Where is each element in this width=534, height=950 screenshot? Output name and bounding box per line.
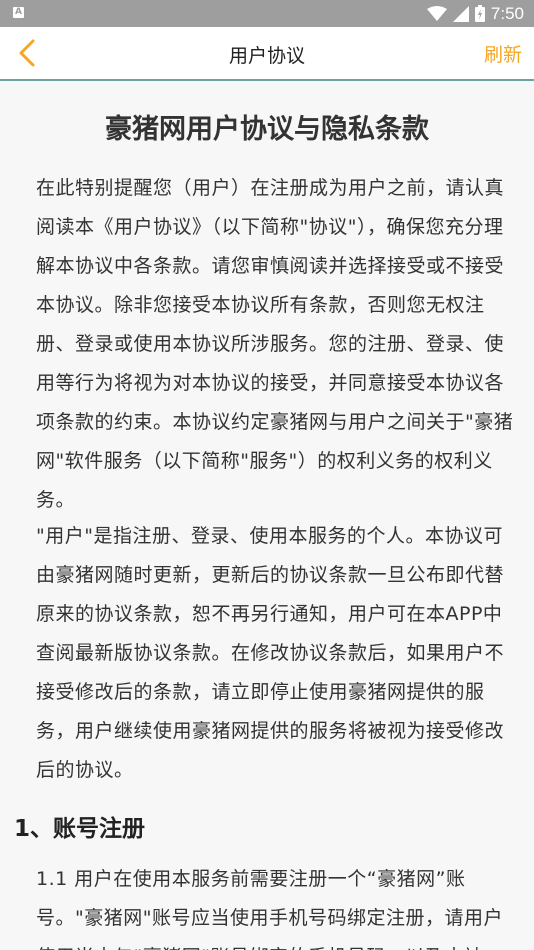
notification-icon: A xyxy=(13,7,24,18)
page-title: 用户协议 xyxy=(228,45,305,67)
section-heading-account-registration: 1、账号注册 xyxy=(14,816,146,842)
clock: 7:50 xyxy=(490,3,524,23)
paragraph-intro: 在此特别提醒您（用户）在注册成为用户之前，请认真阅读本《用户协议》（以下简称"协… xyxy=(36,177,514,511)
wifi-icon xyxy=(426,5,447,21)
app-bar: 用户协议 刷新 xyxy=(0,27,534,81)
paragraph-1-1: 1.1 用户在使用本服务前需要注册一个“豪猪网”账号。"豪猪网"账号应当使用手机… xyxy=(36,868,503,950)
signal-icon xyxy=(452,5,469,22)
status-icons: 7:50 xyxy=(426,3,524,24)
agreement-content[interactable]: 豪猪网用户协议与隐私条款 在此特别提醒您（用户）在注册成为用户之前，请认真阅读本… xyxy=(0,81,534,950)
paragraph-user-definition: "用户"是指注册、登录、使用本服务的个人。本协议可由豪猪网随时更新，更新后的协议… xyxy=(36,525,505,781)
document-title: 豪猪网用户协议与隐私条款 xyxy=(105,114,429,145)
refresh-button[interactable]: 刷新 xyxy=(484,40,522,67)
status-bar: A 7:50 xyxy=(0,0,534,27)
battery-icon xyxy=(474,5,485,22)
